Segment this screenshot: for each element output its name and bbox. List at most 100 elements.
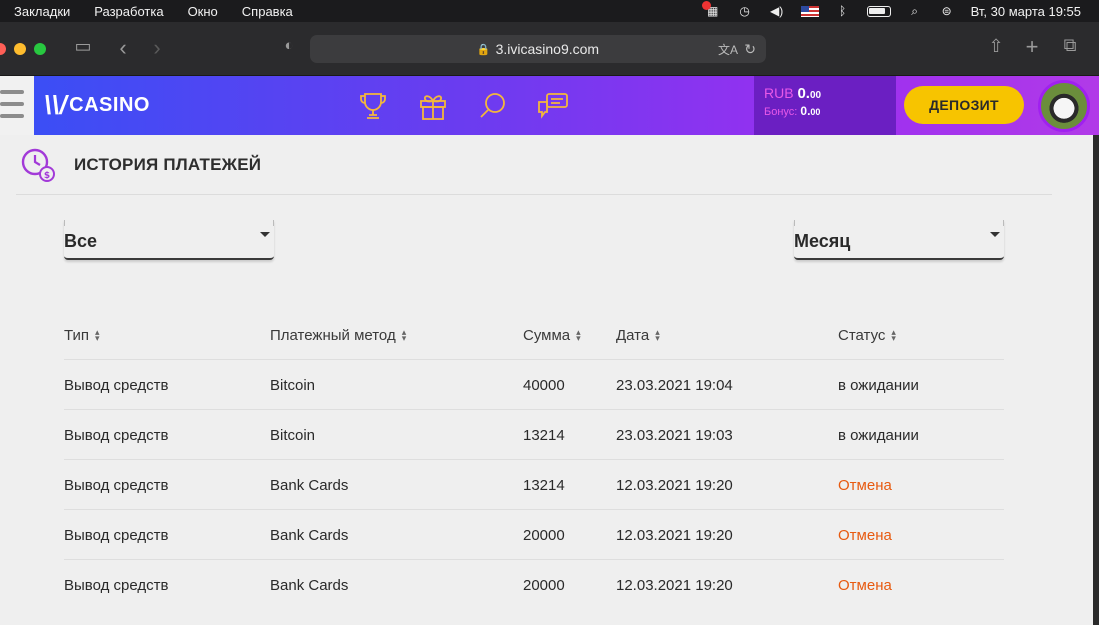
cell-status: в ожидании bbox=[838, 376, 919, 394]
bonus-amount: 0. bbox=[800, 104, 811, 118]
bonus-cents: 00 bbox=[810, 107, 821, 117]
cell-amount: 20000 bbox=[523, 526, 565, 544]
cell-status: Отмена bbox=[838, 576, 892, 594]
keyboard-flag-icon[interactable] bbox=[800, 5, 819, 17]
chevron-down-icon bbox=[990, 232, 1000, 237]
system-menu-bar: Закладки Разработка Окно Справка ▦ ◷ ◀) … bbox=[0, 0, 1099, 22]
header-nav bbox=[356, 89, 570, 123]
address-bar[interactable]: 🔒 3.ivicasino9.com 文A ↻ bbox=[310, 35, 766, 63]
spotlight-search-icon[interactable]: ⌕ bbox=[907, 4, 923, 18]
volume-icon[interactable]: ◀) bbox=[769, 4, 785, 18]
column-header-label: Тип bbox=[64, 326, 90, 344]
hamburger-line-icon bbox=[0, 90, 24, 94]
bonus-line: Бонус: 0.00 bbox=[764, 104, 886, 118]
column-header-amount[interactable]: Сумма ▴ ▾ bbox=[523, 310, 581, 360]
user-avatar[interactable] bbox=[1038, 80, 1090, 132]
menu-help[interactable]: Справка bbox=[242, 4, 293, 19]
sort-icon[interactable]: ▴ ▾ bbox=[95, 328, 100, 343]
site-logo[interactable]: \\/ CASINO bbox=[44, 90, 150, 121]
column-header-type[interactable]: Тип ▴ ▾ bbox=[64, 310, 100, 360]
reload-icon[interactable]: ↻ bbox=[744, 41, 756, 58]
control-center-icon[interactable]: ⊜ bbox=[939, 4, 955, 18]
notification-icon[interactable]: ▦ bbox=[701, 1, 721, 18]
cell-date: 23.03.2021 19:03 bbox=[616, 426, 733, 444]
sort-icon[interactable]: ▴ ▾ bbox=[655, 328, 660, 343]
balance-panel[interactable]: RUB 0.00 Бонус: 0.00 bbox=[754, 76, 896, 135]
new-tab-icon[interactable]: + bbox=[1021, 34, 1043, 60]
cell-date: 23.03.2021 19:04 bbox=[616, 376, 733, 394]
chevron-down-icon bbox=[260, 232, 270, 237]
table-row: Вывод средств Bank Cards 20000 12.03.202… bbox=[64, 510, 1004, 560]
type-filter-select[interactable]: Все bbox=[64, 220, 274, 260]
payment-history-table: Тип ▴ ▾ Платежный метод ▴ ▾ Сумма ▴ ▾ Дата ▴ ▾ С… bbox=[64, 310, 1004, 610]
translate-icon[interactable]: 文A bbox=[718, 41, 738, 58]
cell-date: 12.03.2021 19:20 bbox=[616, 576, 733, 594]
cell-date: 12.03.2021 19:20 bbox=[616, 526, 733, 544]
svg-text:$: $ bbox=[44, 171, 50, 181]
period-filter-select[interactable]: Месяц bbox=[794, 220, 1004, 260]
cell-method: Bank Cards bbox=[270, 576, 349, 594]
cell-amount: 40000 bbox=[523, 376, 565, 394]
cell-method: Bank Cards bbox=[270, 526, 349, 544]
cell-amount: 20000 bbox=[523, 576, 565, 594]
cell-amount: 13214 bbox=[523, 426, 565, 444]
cell-type: Вывод средств bbox=[64, 426, 169, 444]
sort-icon[interactable]: ▴ ▾ bbox=[402, 328, 407, 343]
table-row: Вывод средств Bank Cards 20000 12.03.202… bbox=[64, 560, 1004, 610]
minimize-window-button[interactable] bbox=[14, 42, 26, 55]
column-header-date[interactable]: Дата ▴ ▾ bbox=[616, 310, 660, 360]
column-header-label: Статус bbox=[838, 326, 886, 344]
logo-text: CASINO bbox=[69, 94, 150, 116]
tab-overview-icon[interactable]: ⧉ bbox=[1059, 35, 1081, 56]
bluetooth-icon[interactable]: ᛒ bbox=[835, 4, 851, 18]
forward-icon[interactable]: › bbox=[146, 35, 168, 61]
type-filter-value: Все bbox=[64, 231, 98, 251]
column-header-method[interactable]: Платежный метод ▴ ▾ bbox=[270, 310, 406, 360]
table-row: Вывод средств Bitcoin 40000 23.03.2021 1… bbox=[64, 360, 1004, 410]
balance-currency: RUB bbox=[764, 85, 794, 101]
menubar-clock[interactable]: Вт, 30 марта 19:55 bbox=[971, 4, 1081, 19]
cell-status: в ожидании bbox=[838, 426, 919, 444]
hamburger-line-icon bbox=[0, 114, 24, 118]
column-header-status[interactable]: Статус ▴ ▾ bbox=[838, 310, 896, 360]
balance-cents: 00 bbox=[809, 90, 822, 101]
cell-amount: 13214 bbox=[523, 476, 565, 494]
cell-status: Отмена bbox=[838, 526, 892, 544]
sort-icon[interactable]: ▴ ▾ bbox=[891, 328, 896, 343]
menu-develop[interactable]: Разработка bbox=[94, 4, 163, 19]
table-row: Вывод средств Bank Cards 13214 12.03.202… bbox=[64, 460, 1004, 510]
trophy-icon[interactable] bbox=[356, 89, 390, 123]
cell-status: Отмена bbox=[838, 476, 892, 494]
deposit-button[interactable]: ДЕПОЗИТ bbox=[904, 86, 1024, 124]
table-header: Тип ▴ ▾ Платежный метод ▴ ▾ Сумма ▴ ▾ Дата ▴ ▾ С… bbox=[64, 310, 1004, 360]
table-row: Вывод средств Bitcoin 13214 23.03.2021 1… bbox=[64, 410, 1004, 460]
gift-icon[interactable] bbox=[416, 89, 450, 123]
menu-bookmarks[interactable]: Закладки bbox=[14, 4, 70, 19]
balance-amount: 0. bbox=[797, 85, 810, 102]
site-header: \\/ CASINO RUB 0.00 Бонус: 0.00 ДЕПОЗИТ bbox=[34, 76, 1099, 135]
cell-type: Вывод средств bbox=[64, 476, 169, 494]
browser-toolbar: ▭ ‹ › ◐ 🔒 3.ivicasino9.com 文A ↻ ⇧ + ⧉ bbox=[0, 22, 1099, 76]
window-edge bbox=[1093, 135, 1099, 625]
sort-icon[interactable]: ▴ ▾ bbox=[576, 328, 581, 343]
time-machine-icon[interactable]: ◷ bbox=[737, 4, 753, 18]
lock-icon: 🔒 bbox=[476, 43, 491, 56]
chat-icon[interactable] bbox=[536, 89, 570, 123]
zoom-window-button[interactable] bbox=[34, 42, 46, 55]
close-window-button[interactable] bbox=[0, 42, 6, 55]
cell-method: Bank Cards bbox=[270, 476, 349, 494]
page-title: ИСТОРИЯ ПЛАТЕЖЕЙ bbox=[74, 154, 262, 174]
cell-method: Bitcoin bbox=[270, 376, 316, 394]
share-icon[interactable]: ⇧ bbox=[985, 36, 1007, 57]
column-header-label: Сумма bbox=[523, 326, 571, 344]
cell-date: 12.03.2021 19:20 bbox=[616, 476, 733, 494]
menu-button[interactable] bbox=[0, 76, 34, 135]
back-icon[interactable]: ‹ bbox=[112, 35, 134, 61]
battery-icon[interactable] bbox=[866, 5, 891, 17]
menu-window[interactable]: Окно bbox=[188, 4, 218, 19]
privacy-shield-icon[interactable]: ◐ bbox=[278, 37, 300, 54]
cell-method: Bitcoin bbox=[270, 426, 316, 444]
search-icon[interactable] bbox=[476, 89, 510, 123]
period-filter-value: Месяц bbox=[794, 231, 851, 251]
sidebar-toggle-icon[interactable]: ▭ bbox=[72, 36, 94, 57]
